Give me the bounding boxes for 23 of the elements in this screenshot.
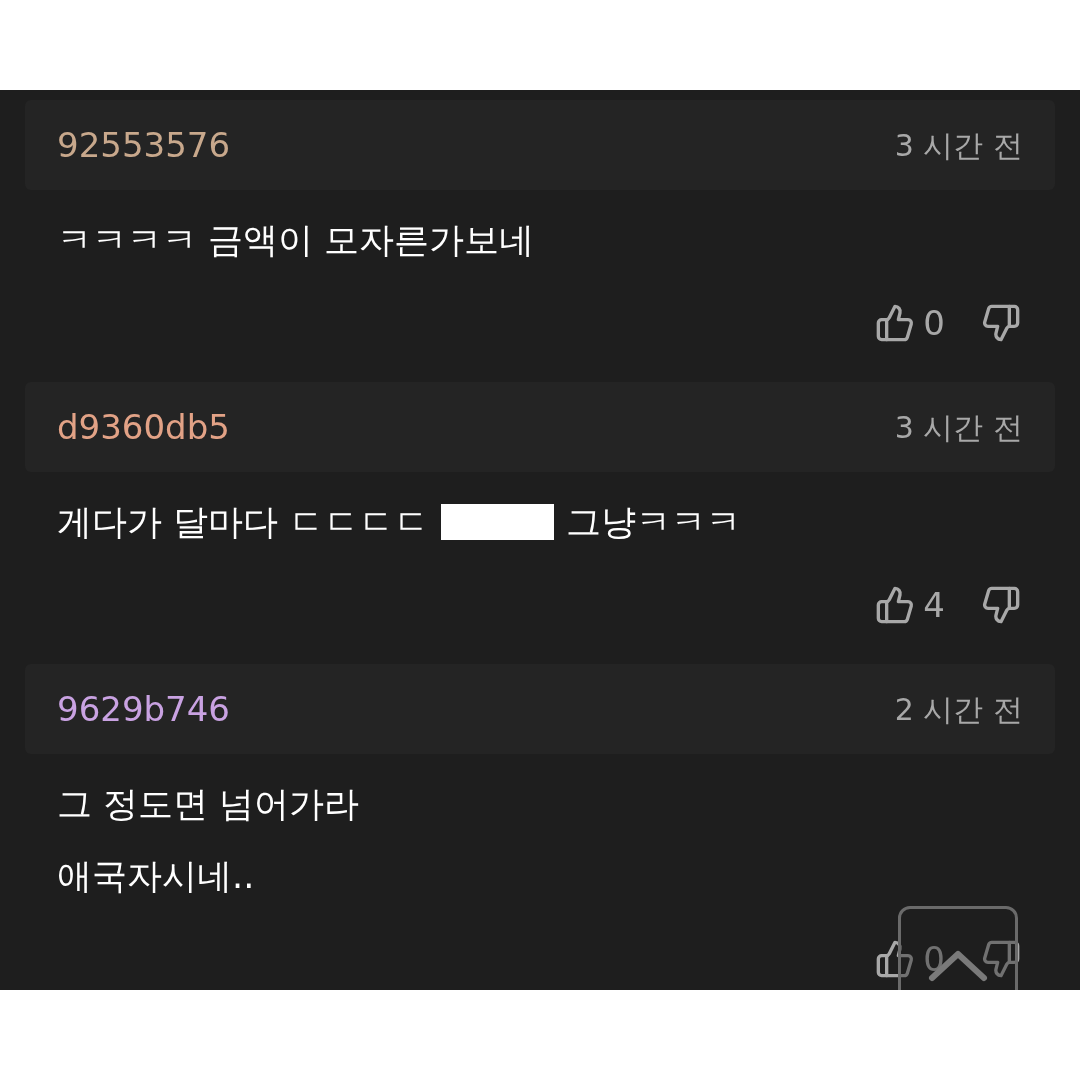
dislike-button[interactable] xyxy=(981,939,1021,979)
thumbs-down-icon xyxy=(981,303,1021,343)
timestamp: 3 시간 전 xyxy=(894,408,1023,447)
thumbs-up-icon xyxy=(875,585,916,625)
timestamp: 3 시간 전 xyxy=(894,126,1023,165)
comment-text: 게다가 달마다 ㄷㄷㄷㄷ xyxy=(57,502,430,542)
dislike-button[interactable] xyxy=(981,585,1021,625)
username[interactable]: d9360db5 xyxy=(57,401,230,453)
comment-text: 그 정도면 넘어가라 xyxy=(57,784,360,824)
thumbs-down-icon xyxy=(981,585,1021,625)
like-button[interactable]: 4 xyxy=(875,579,945,631)
username[interactable]: 92553576 xyxy=(57,119,231,171)
comment-text: ㅋㅋㅋㅋ 금액이 모자른가보네 xyxy=(57,220,535,260)
thumbs-up-icon xyxy=(875,939,916,979)
thumbs-down-icon xyxy=(981,939,1021,979)
comment-text: 애국자시네.. xyxy=(57,856,255,896)
dislike-button[interactable] xyxy=(981,303,1021,343)
username[interactable]: 9629b746 xyxy=(57,683,230,735)
like-button[interactable]: 0 xyxy=(875,297,945,349)
timestamp: 2 시간 전 xyxy=(894,690,1023,729)
scroll-top-button[interactable] xyxy=(898,906,1018,990)
thumbs-up-icon xyxy=(875,303,916,343)
comment-text: 그냥ㅋㅋㅋ xyxy=(566,502,742,542)
